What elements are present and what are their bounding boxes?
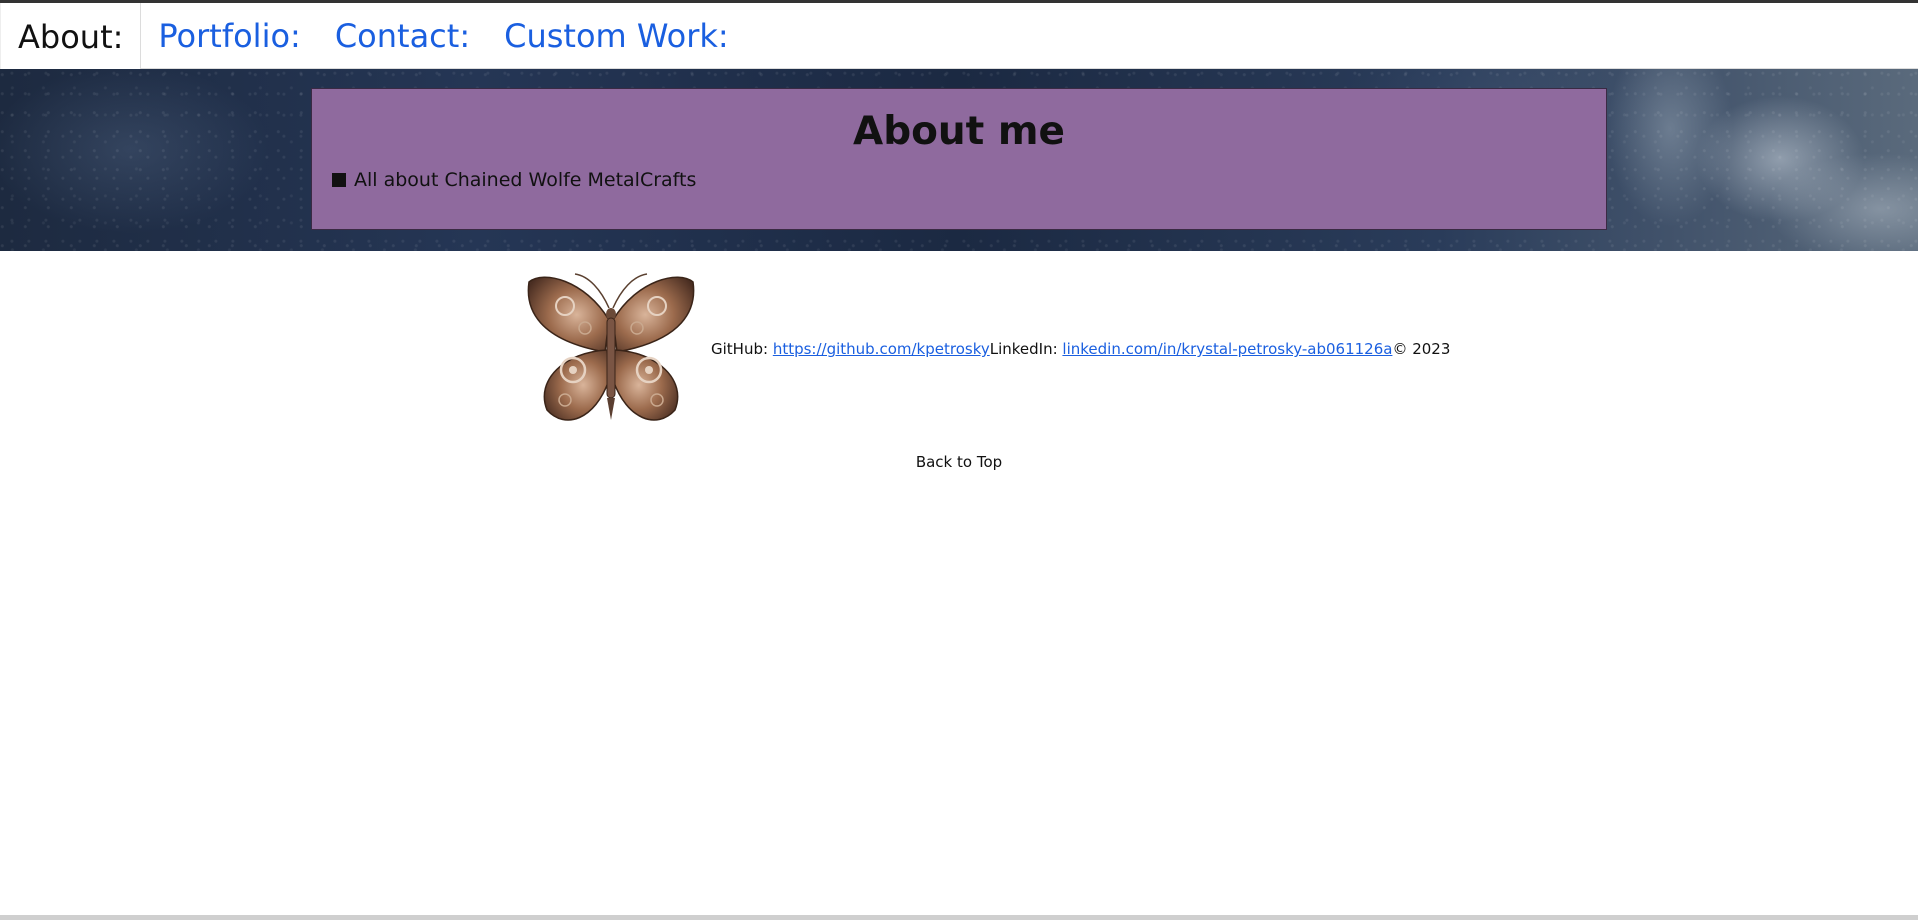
butterfly-logo-icon	[527, 273, 695, 421]
linkedin-label: LinkedIn:	[989, 340, 1063, 358]
main-nav: About: Portfolio: Contact: Custom Work:	[0, 3, 1918, 70]
nav-tab-about[interactable]: About:	[0, 3, 142, 70]
copyright-text: © 2023	[1392, 340, 1451, 358]
horizontal-scrollbar[interactable]	[0, 915, 1918, 920]
square-bullet-icon	[332, 173, 346, 187]
nav-tab-contact[interactable]: Contact:	[318, 3, 487, 68]
back-to-top-link[interactable]: Back to Top	[0, 453, 1918, 471]
about-list-item-text: All about Chained Wolfe MetalCrafts	[354, 169, 697, 191]
nav-tab-custom-work[interactable]: Custom Work:	[487, 3, 746, 68]
linkedin-link[interactable]: linkedin.com/in/krystal-petrosky-ab06112…	[1062, 340, 1392, 358]
footer: GitHub: https://github.com/kpetroskyLink…	[0, 270, 1918, 430]
footer-contact-line: GitHub: https://github.com/kpetroskyLink…	[711, 340, 1450, 358]
about-panel: About me All about Chained Wolfe MetalCr…	[311, 88, 1607, 230]
nav-tab-portfolio[interactable]: Portfolio:	[141, 3, 317, 68]
hero-banner: About me All about Chained Wolfe MetalCr…	[0, 69, 1918, 251]
github-label: GitHub:	[711, 340, 773, 358]
about-title: About me	[853, 109, 1065, 154]
github-link[interactable]: https://github.com/kpetrosky	[773, 340, 990, 358]
about-list-item: All about Chained Wolfe MetalCrafts	[332, 169, 696, 191]
